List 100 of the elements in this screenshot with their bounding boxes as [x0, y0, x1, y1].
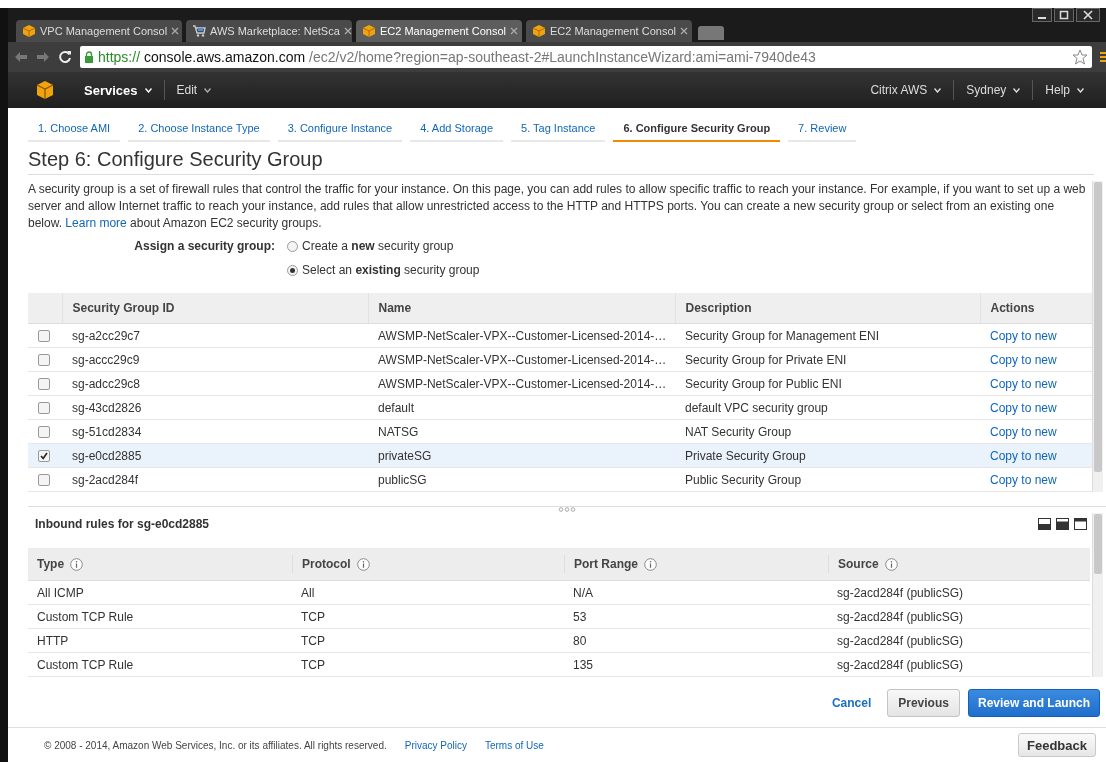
nav-menu[interactable]: Help	[1032, 80, 1096, 100]
copyright-text: © 2008 - 2014, Amazon Web Services, Inc. or its affiliates. All rights reserved.	[44, 739, 387, 751]
table-cell: sg-2acd284f (publicSG)	[828, 628, 1090, 653]
table-cell: Custom TCP Rule	[28, 652, 292, 677]
table-cell: default	[368, 395, 675, 420]
table-cell: Public Security Group	[675, 467, 980, 492]
check-icon	[40, 451, 48, 460]
layout-icon[interactable]	[1074, 518, 1087, 530]
checkbox[interactable]	[38, 353, 50, 366]
caret-icon	[204, 87, 212, 93]
reload-icon[interactable]	[58, 50, 72, 64]
table-cell: All ICMP	[28, 580, 292, 605]
wizard-step-tab[interactable]: 2. Choose Instance Type	[128, 118, 270, 142]
table-cell: AWSMP-NetScaler-VPX--Customer-Licensed-2014-…	[368, 371, 675, 396]
nav-menu[interactable]: Edit	[163, 80, 224, 100]
previous-button[interactable]: Previous	[887, 689, 960, 717]
table-cell: 135	[564, 652, 828, 677]
layout-icon[interactable]	[1056, 518, 1069, 530]
table-cell: default VPC security group	[675, 395, 980, 420]
assign-label: Assign a security group:	[133, 238, 275, 255]
checkbox[interactable]	[38, 377, 50, 390]
checkbox[interactable]	[38, 329, 50, 342]
column-header: Security Group ID	[62, 293, 368, 324]
table-cell: TCP	[292, 604, 564, 629]
wizard-step-tab[interactable]: 7. Review	[788, 118, 857, 142]
table-cell: sg-a2cc29c7	[62, 323, 368, 348]
table-cell: sg-51cd2834	[62, 419, 368, 444]
menu-icon[interactable]	[1100, 50, 1106, 64]
copy-to-new-link[interactable]: Copy to new	[990, 328, 1057, 343]
column-header: Port Range	[574, 557, 638, 571]
table-cell: sg-accc29c9	[62, 347, 368, 372]
forward-icon[interactable]	[36, 51, 50, 63]
copy-to-new-link[interactable]: Copy to new	[990, 424, 1057, 439]
nav-menu[interactable]: Sydney	[953, 80, 1033, 100]
caret-icon	[934, 87, 942, 93]
copy-to-new-link[interactable]: Copy to new	[990, 400, 1057, 415]
table-cell: Private Security Group	[675, 443, 980, 468]
caret-icon	[1013, 87, 1021, 93]
table-cell: Security Group for Public ENI	[675, 371, 980, 396]
table-cell: sg-43cd2826	[62, 395, 368, 420]
radio-label[interactable]: Select an existing security group	[302, 263, 480, 277]
info-icon	[356, 557, 370, 571]
feedback-button[interactable]: Feedback	[1018, 733, 1096, 757]
layout-icon[interactable]	[1038, 518, 1051, 530]
browser-tab[interactable]: VPC Management Consol	[16, 20, 182, 42]
browser-tab[interactable]: EC2 Management Consol	[356, 20, 522, 42]
wizard-step-tab[interactable]: 4. Add Storage	[410, 118, 503, 142]
review-and-launch-button[interactable]: Review and Launch	[967, 689, 1100, 717]
radio-button[interactable]	[287, 240, 298, 252]
footer-link[interactable]: Privacy Policy	[404, 739, 467, 751]
wizard-step-tab[interactable]: 3. Configure Instance	[277, 118, 403, 142]
scrollbar[interactable]	[1092, 181, 1103, 492]
table-cell: sg-adcc29c8	[62, 371, 368, 396]
browser-tab[interactable]: AWS Marketplace: NetSca	[186, 20, 352, 42]
table-cell: TCP	[292, 652, 564, 677]
star-icon[interactable]	[1072, 49, 1088, 65]
drag-handle-icon[interactable]	[558, 507, 576, 512]
copy-to-new-link[interactable]: Copy to new	[990, 376, 1057, 391]
checkbox[interactable]	[38, 425, 50, 438]
table-cell: privateSG	[368, 443, 675, 468]
radio-button[interactable]	[287, 264, 298, 276]
caret-icon	[1077, 87, 1084, 93]
minimize-icon[interactable]	[1032, 8, 1052, 22]
wizard-step-tab[interactable]: 6. Configure Security Group	[613, 118, 781, 142]
browser-tab[interactable]: EC2 Management Consol	[526, 20, 692, 42]
cube-icon[interactable]	[36, 80, 54, 100]
table-cell: publicSG	[368, 467, 675, 492]
column-header: Protocol	[302, 557, 351, 571]
table-cell: AWSMP-NetScaler-VPX--Customer-Licensed-2014-…	[368, 323, 675, 348]
column-header: Actions	[980, 293, 1092, 324]
checkbox[interactable]	[38, 449, 50, 462]
back-icon[interactable]	[14, 51, 28, 63]
table-cell: N/A	[564, 580, 828, 605]
nav-menu[interactable]: Citrix AWS	[858, 80, 954, 100]
close-icon[interactable]	[1076, 8, 1100, 22]
maximize-icon[interactable]	[1054, 8, 1074, 22]
panel-title: Inbound rules for sg-e0cd2885	[35, 517, 211, 531]
copy-to-new-link[interactable]: Copy to new	[990, 472, 1057, 487]
info-icon	[644, 557, 657, 571]
wizard-step-tab[interactable]: 5. Tag Instance	[511, 118, 606, 142]
wizard-step-tab[interactable]: 1. Choose AMI	[28, 118, 121, 142]
checkbox[interactable]	[38, 401, 50, 414]
box-icon	[362, 24, 376, 38]
table-cell: NATSG	[368, 419, 675, 444]
table-cell: sg-2acd284f (publicSG)	[828, 604, 1090, 629]
copy-to-new-link[interactable]: Copy to new	[990, 352, 1057, 367]
nav-menu[interactable]: Services	[72, 80, 164, 100]
learn-more-link[interactable]: Learn more	[65, 216, 127, 230]
table-cell: HTTP	[28, 628, 292, 653]
footer-link[interactable]: Terms of Use	[484, 739, 544, 751]
checkbox[interactable]	[38, 473, 50, 486]
scrollbar[interactable]	[1092, 513, 1103, 677]
table-cell: Custom TCP Rule	[28, 604, 292, 629]
table-cell: Security Group for Management ENI	[675, 323, 980, 348]
table-cell: All	[292, 580, 564, 605]
cancel-link[interactable]: Cancel	[831, 696, 872, 710]
table-cell: sg-2acd284f (publicSG)	[828, 580, 1090, 605]
address-field[interactable]: https:// console.aws.amazon.com /ec2/v2/home?region=ap-southeast-2#LaunchInstanceWizard:ami=ami-7940de43	[80, 46, 1092, 68]
cart-icon	[192, 24, 206, 38]
radio-label[interactable]: Create a new security group	[302, 239, 454, 253]
